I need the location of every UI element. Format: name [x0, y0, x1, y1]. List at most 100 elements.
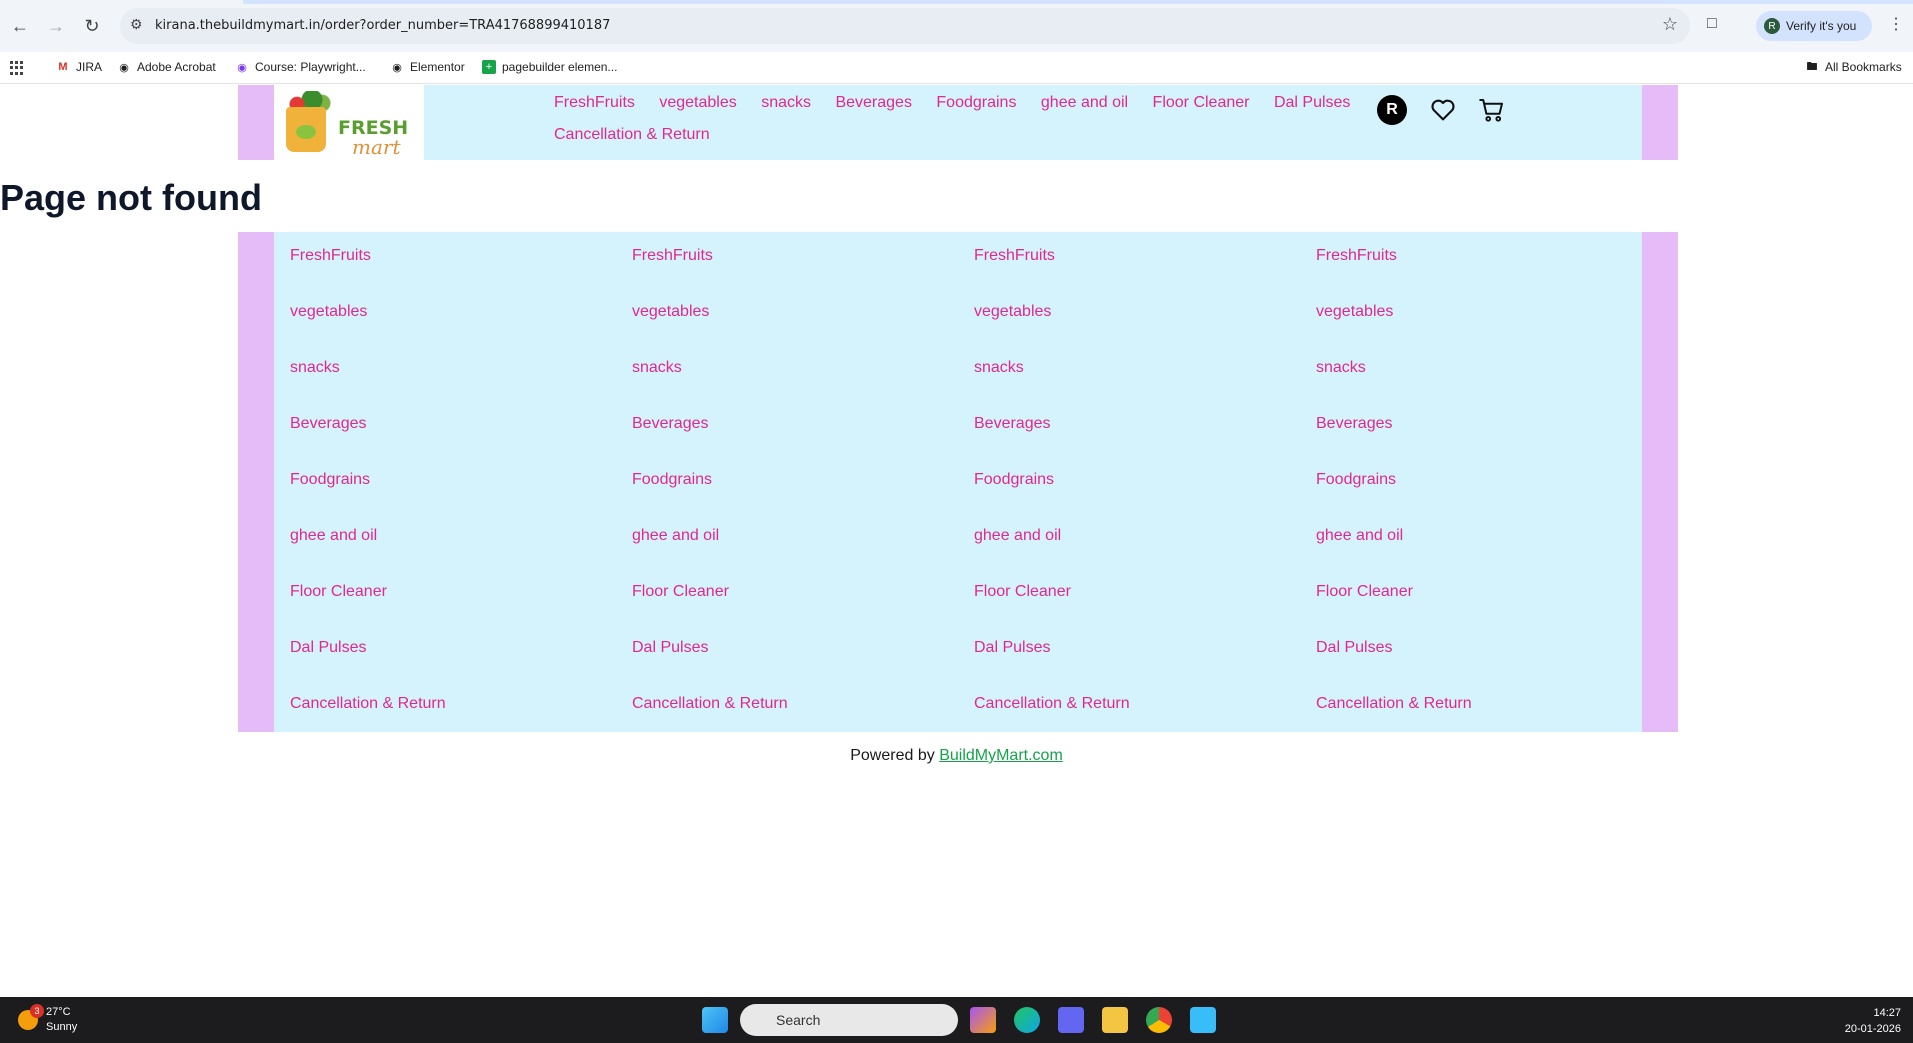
file-explorer-icon[interactable]	[1102, 1007, 1128, 1033]
nav-foodgrains[interactable]: Foodgrains	[936, 87, 1016, 119]
bookmark-playwright[interactable]: ◉ Course: Playwright...	[235, 60, 366, 74]
link-freshfruits[interactable]: FreshFruits	[1316, 244, 1656, 300]
taskbar-search[interactable]: Search	[740, 1004, 958, 1036]
link-vegetables[interactable]: vegetables	[974, 300, 1314, 356]
buildmymart-link[interactable]: BuildMyMart.com	[939, 747, 1063, 764]
link-vegetables[interactable]: vegetables	[632, 300, 972, 356]
link-floor-cleaner[interactable]: Floor Cleaner	[974, 580, 1314, 636]
nav-freshfruits[interactable]: FreshFruits	[554, 87, 635, 119]
link-cancellation-return[interactable]: Cancellation & Return	[632, 692, 972, 748]
reload-icon[interactable]: ↻	[80, 14, 104, 38]
nav-beverages[interactable]: Beverages	[835, 87, 912, 119]
link-foodgrains[interactable]: Foodgrains	[632, 468, 972, 524]
link-freshfruits[interactable]: FreshFruits	[632, 244, 972, 300]
windows-taskbar: 3 27°C Sunny Search 14:27 20-01-2026	[0, 997, 1913, 1043]
bookmark-label: Course: Playwright...	[255, 60, 366, 74]
link-vegetables[interactable]: vegetables	[1316, 300, 1656, 356]
teams-icon[interactable]	[1058, 1007, 1084, 1033]
bookmark-adobe-acrobat[interactable]: ◉ Adobe Acrobat	[117, 60, 216, 74]
address-bar[interactable]: ⚙ kirana.thebuildmymart.in/order?order_n…	[120, 8, 1690, 44]
globe-icon: ◉	[119, 61, 129, 74]
all-bookmarks-label: All Bookmarks	[1825, 60, 1902, 74]
bookmark-jira[interactable]: M JIRA	[56, 60, 102, 74]
system-clock[interactable]: 14:27 20-01-2026	[1845, 1005, 1901, 1037]
nav-ghee-and-oil[interactable]: ghee and oil	[1041, 87, 1128, 119]
weather-condition: Sunny	[46, 1021, 78, 1033]
link-floor-cleaner[interactable]: Floor Cleaner	[1316, 580, 1656, 636]
link-beverages[interactable]: Beverages	[974, 412, 1314, 468]
notepad-icon[interactable]	[1190, 1007, 1216, 1033]
bookmark-label: JIRA	[76, 60, 103, 74]
verify-button[interactable]: R Verify it's you	[1756, 11, 1872, 41]
bookmark-label: Adobe Acrobat	[137, 60, 216, 74]
link-beverages[interactable]: Beverages	[290, 412, 630, 468]
edge-icon[interactable]	[1014, 1007, 1040, 1033]
link-floor-cleaner[interactable]: Floor Cleaner	[290, 580, 630, 636]
url-text[interactable]: kirana.thebuildmymart.in/order?order_num…	[155, 18, 610, 33]
link-snacks[interactable]: snacks	[974, 356, 1314, 412]
bookmark-pagebuilder[interactable]: + pagebuilder elemen...	[482, 60, 617, 74]
globe-icon: ◉	[392, 61, 402, 74]
link-snacks[interactable]: snacks	[290, 356, 630, 412]
gmail-icon: M	[58, 61, 68, 73]
grid-left-band	[238, 232, 274, 732]
bookmark-label: Elementor	[410, 60, 465, 74]
copilot-icon[interactable]	[970, 1007, 996, 1033]
links-column-1: FreshFruits vegetables snacks Beverages …	[290, 244, 630, 748]
link-dal-pulses[interactable]: Dal Pulses	[632, 636, 972, 692]
freshmart-logo[interactable]: FRESH mart	[274, 85, 424, 160]
all-bookmarks[interactable]: 🖿 All Bookmarks	[1805, 60, 1902, 74]
link-ghee-and-oil[interactable]: ghee and oil	[974, 524, 1314, 580]
link-ghee-and-oil[interactable]: ghee and oil	[290, 524, 630, 580]
bookmark-star-icon[interactable]: ☆	[1662, 14, 1678, 35]
back-icon[interactable]: ←	[8, 14, 32, 38]
weather-widget[interactable]: 3 27°C Sunny	[18, 1004, 78, 1035]
chrome-icon[interactable]	[1146, 1007, 1172, 1033]
nav-vegetables[interactable]: vegetables	[659, 87, 736, 119]
link-foodgrains[interactable]: Foodgrains	[290, 468, 630, 524]
windows-start-icon[interactable]	[702, 1007, 728, 1033]
nav-snacks[interactable]: snacks	[761, 87, 811, 119]
notification-badge: 3	[30, 1004, 44, 1018]
link-cancellation-return[interactable]: Cancellation & Return	[974, 692, 1314, 748]
link-foodgrains[interactable]: Foodgrains	[974, 468, 1314, 524]
link-ghee-and-oil[interactable]: ghee and oil	[1316, 524, 1656, 580]
nav-floor-cleaner[interactable]: Floor Cleaner	[1153, 87, 1250, 119]
link-snacks[interactable]: snacks	[632, 356, 972, 412]
link-floor-cleaner[interactable]: Floor Cleaner	[632, 580, 972, 636]
forward-icon[interactable]: →	[44, 14, 68, 38]
link-ghee-and-oil[interactable]: ghee and oil	[632, 524, 972, 580]
menu-kebab-icon[interactable]: ⋮	[1888, 14, 1904, 34]
link-dal-pulses[interactable]: Dal Pulses	[974, 636, 1314, 692]
user-avatar[interactable]: R	[1377, 95, 1407, 125]
apps-grid-icon[interactable]	[10, 61, 24, 75]
nav-cancellation-return[interactable]: Cancellation & Return	[554, 119, 710, 151]
links-column-3: FreshFruits vegetables snacks Beverages …	[974, 244, 1314, 748]
link-cancellation-return[interactable]: Cancellation & Return	[290, 692, 630, 748]
active-tab-strip	[243, 0, 1913, 4]
cart-icon[interactable]	[1477, 95, 1507, 125]
link-cancellation-return[interactable]: Cancellation & Return	[1316, 692, 1656, 748]
wishlist-heart-icon[interactable]	[1429, 96, 1457, 124]
link-dal-pulses[interactable]: Dal Pulses	[290, 636, 630, 692]
link-freshfruits[interactable]: FreshFruits	[974, 244, 1314, 300]
link-dal-pulses[interactable]: Dal Pulses	[1316, 636, 1656, 692]
links-column-4: FreshFruits vegetables snacks Beverages …	[1316, 244, 1656, 748]
powered-by-text: Powered by	[850, 747, 935, 764]
link-vegetables[interactable]: vegetables	[290, 300, 630, 356]
link-beverages[interactable]: Beverages	[632, 412, 972, 468]
logo-bag-graphic	[286, 107, 326, 152]
verify-label: Verify it's you	[1786, 19, 1857, 33]
weather-temp: 27°C	[46, 1006, 71, 1018]
site-info-icon[interactable]: ⚙	[130, 16, 143, 33]
nav-dal-pulses[interactable]: Dal Pulses	[1274, 87, 1350, 119]
link-beverages[interactable]: Beverages	[1316, 412, 1656, 468]
folder-icon: 🖿	[1806, 60, 1818, 73]
header-right-band	[1642, 85, 1678, 160]
category-links-grid: FreshFruits vegetables snacks Beverages …	[238, 232, 1678, 732]
extensions-icon[interactable]: □	[1707, 15, 1717, 33]
bookmark-elementor[interactable]: ◉ Elementor	[390, 60, 465, 74]
link-foodgrains[interactable]: Foodgrains	[1316, 468, 1656, 524]
link-freshfruits[interactable]: FreshFruits	[290, 244, 630, 300]
link-snacks[interactable]: snacks	[1316, 356, 1656, 412]
